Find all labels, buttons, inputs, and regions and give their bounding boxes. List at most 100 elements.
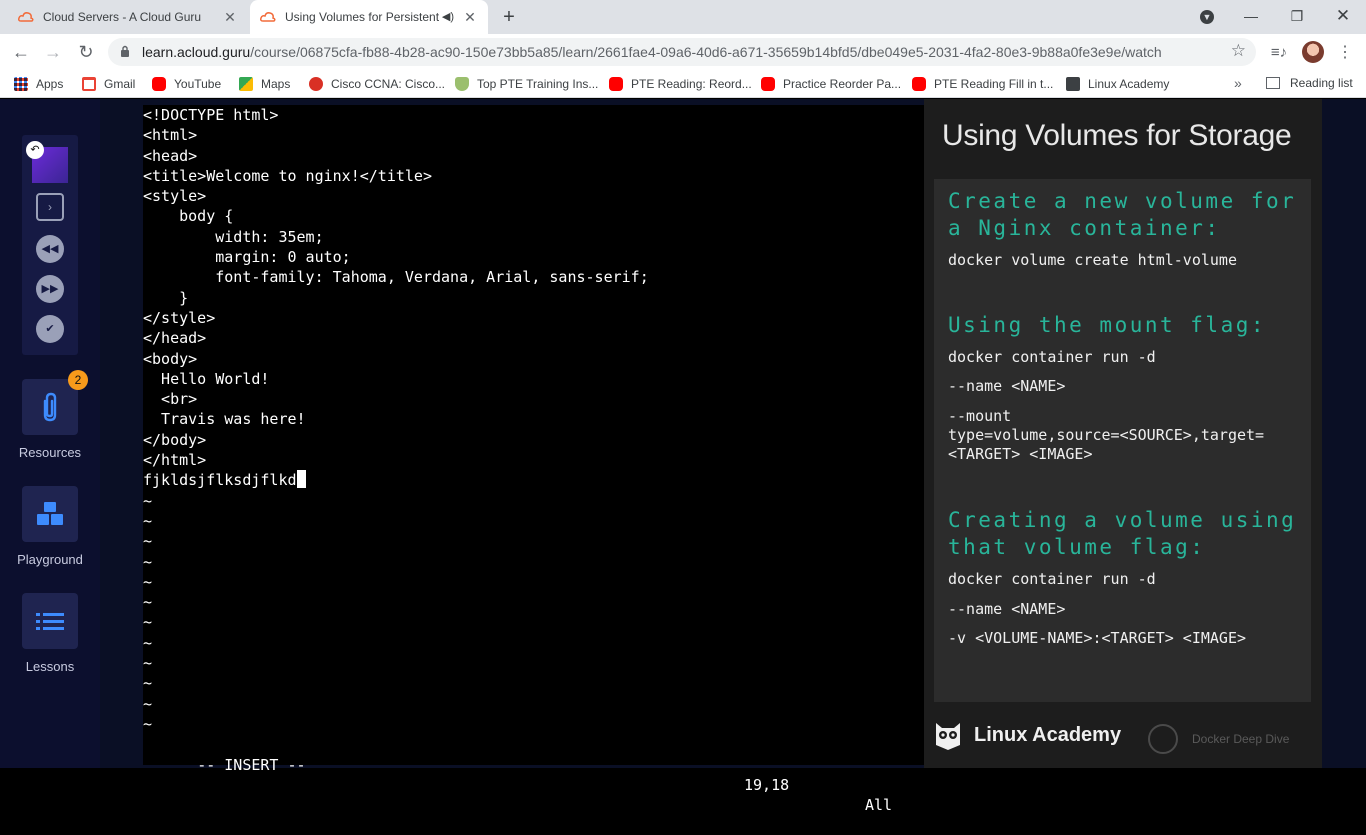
empty-line-tilde: ~: [143, 572, 153, 591]
menu-icon[interactable]: ⋮: [1334, 42, 1356, 64]
compass-icon: [1148, 724, 1178, 754]
list-icon: [36, 613, 64, 630]
brand-name: Linux Academy: [974, 723, 1122, 746]
shield-icon: [455, 77, 469, 91]
acloudguru-icon: [260, 9, 276, 25]
course-content: ↶ › ◀◀ ▶▶ ✔ 2 Resources Playground Lesso…: [0, 99, 1366, 814]
minimize-icon[interactable]: —: [1228, 0, 1274, 34]
tab-title: Cloud Servers - A Cloud Guru: [43, 10, 202, 24]
bookmark-label: Cisco CCNA: Cisco...: [331, 77, 446, 91]
terminal-line: <title>Welcome to nginx!</title>: [143, 166, 432, 185]
playground-button[interactable]: [22, 486, 78, 542]
terminal-line: </body>: [143, 430, 207, 449]
bookmark-practice-reorder[interactable]: Practice Reorder Pa...: [761, 76, 901, 92]
address-bar[interactable]: learn.acloud.guru/course/06875cfa-fb88-4…: [108, 38, 1256, 66]
vim-mode: -- INSERT --: [197, 756, 306, 774]
slide-content-box: Create a new volume for a Nginx containe…: [934, 179, 1311, 702]
command-text: --name <NAME>: [948, 377, 1066, 395]
forward-icon[interactable]: →: [40, 39, 66, 65]
terminal-line: <body>: [143, 349, 198, 368]
reload-icon[interactable]: ↻: [73, 39, 99, 65]
bookmark-label: Apps: [36, 77, 64, 91]
bookmark-label: YouTube: [174, 77, 222, 91]
section-heading: Creating a volume using that volume flag…: [948, 508, 1297, 559]
cisco-icon: [309, 77, 323, 91]
profile-avatar[interactable]: [1302, 41, 1324, 63]
tab-using-volumes[interactable]: Using Volumes for Persistent ◀) ✕: [250, 0, 488, 34]
terminal-line: margin: 0 auto;: [143, 248, 351, 267]
bookmark-linux-academy[interactable]: Linux Academy: [1066, 76, 1169, 92]
course-name: Docker Deep Dive: [1192, 732, 1290, 746]
empty-line-tilde: ~: [143, 694, 153, 713]
lock-icon: [121, 45, 129, 57]
terminal-line: body {: [143, 207, 234, 226]
section-heading: Create a new volume for a Nginx containe…: [948, 189, 1297, 240]
tab-search-icon[interactable]: ▼: [1184, 0, 1230, 34]
url-text: learn.acloud.guru/course/06875cfa-fb88-4…: [142, 44, 1162, 60]
empty-line-tilde: ~: [143, 674, 153, 693]
bookmark-gmail[interactable]: Gmail: [82, 76, 135, 92]
reading-list-button[interactable]: Reading list: [1266, 76, 1353, 90]
empty-line-tilde: ~: [143, 552, 153, 571]
bookmark-pte-reorder[interactable]: PTE Reading: Reord...: [609, 76, 752, 92]
fast-forward-icon[interactable]: ▶▶: [36, 275, 64, 303]
player-controls-panel: ↶ › ◀◀ ▶▶ ✔: [22, 135, 78, 355]
bookmark-apps[interactable]: Apps: [14, 76, 63, 92]
bookmark-cisco[interactable]: Cisco CCNA: Cisco...: [309, 76, 445, 92]
video-terminal[interactable]: <!DOCTYPE html> <html> <head> <title>Welcom…: [143, 105, 924, 814]
bookmark-label: Gmail: [104, 77, 136, 91]
tab-strip: Cloud Servers - A Cloud Guru ✕ Using Vol…: [0, 0, 1366, 34]
empty-line-tilde: ~: [143, 593, 153, 612]
command-text: docker volume create html-volume: [948, 251, 1237, 269]
bookmarks-overflow-button[interactable]: »: [1234, 75, 1242, 91]
browser-toolbar: ← → ↻ learn.acloud.guru/course/06875cfa-…: [0, 34, 1366, 70]
bookmark-youtube[interactable]: YouTube: [152, 76, 221, 92]
lessons-label[interactable]: Lessons: [0, 659, 100, 674]
close-window-icon[interactable]: ✕: [1320, 0, 1366, 34]
gmail-icon: [82, 77, 96, 91]
left-navigation: ↶ › ◀◀ ▶▶ ✔ 2 Resources Playground Lesso…: [0, 99, 100, 768]
terminal-current-line: fjkldsjflksdjflkd: [143, 470, 924, 490]
toggle-sidebar-icon[interactable]: ›: [36, 193, 64, 221]
empty-line-tilde: ~: [143, 491, 153, 510]
bookmark-label: Maps: [261, 77, 291, 91]
bookmark-label: Practice Reorder Pa...: [783, 77, 902, 91]
tab-cloud-servers[interactable]: Cloud Servers - A Cloud Guru ✕: [8, 0, 248, 34]
slide-title: Using Volumes for Storage: [942, 119, 1292, 152]
empty-line-tilde: ~: [143, 532, 153, 551]
command-text: --name <NAME>: [948, 600, 1066, 618]
close-tab-icon[interactable]: ✕: [222, 9, 238, 25]
resources-label[interactable]: Resources: [0, 445, 100, 460]
media-control-icon[interactable]: ≡♪: [1268, 42, 1290, 64]
owl-icon: [936, 723, 960, 750]
bookmark-label: Linux Academy: [1088, 77, 1170, 91]
restore-icon[interactable]: ❐: [1274, 0, 1320, 34]
bookmark-top-pte[interactable]: Top PTE Training Ins...: [455, 76, 598, 92]
bookmark-star-icon[interactable]: ☆: [1231, 41, 1246, 61]
close-tab-icon[interactable]: ✕: [462, 9, 478, 25]
reading-list-icon: [1266, 77, 1280, 89]
bookmark-pte-fill[interactable]: PTE Reading Fill in t...: [912, 76, 1053, 92]
maps-icon: [239, 77, 253, 91]
back-arrow-icon[interactable]: ↶: [26, 141, 44, 159]
resources-button[interactable]: [22, 379, 78, 435]
terminal-buffer: <!DOCTYPE html> <html> <head> <title>Welcom…: [143, 105, 924, 734]
terminal-line: <br>: [143, 390, 198, 409]
command-text: --mount type=volume,source=<SOURCE>,targ…: [948, 407, 1265, 463]
terminal-line: </html>: [143, 451, 207, 470]
back-icon[interactable]: ←: [8, 39, 34, 65]
cubes-icon: [37, 502, 63, 525]
typed-text: fjkldsjflksdjflkd: [143, 471, 297, 490]
playground-label[interactable]: Playground: [0, 552, 100, 567]
terminal-line: font-family: Tahoma, Verdana, Arial, san…: [143, 268, 649, 287]
terminal-line: width: 35em;: [143, 227, 324, 246]
bookmark-maps[interactable]: Maps: [239, 76, 290, 92]
audio-playing-icon[interactable]: ◀): [442, 10, 454, 23]
new-tab-button[interactable]: +: [498, 6, 520, 28]
text-cursor: [296, 470, 306, 489]
terminal-line: <!DOCTYPE html>: [143, 106, 279, 124]
rewind-icon[interactable]: ◀◀: [36, 235, 64, 263]
checkmark-icon[interactable]: ✔: [36, 315, 64, 343]
graduation-cap-icon: [1066, 77, 1080, 91]
lessons-button[interactable]: [22, 593, 78, 649]
